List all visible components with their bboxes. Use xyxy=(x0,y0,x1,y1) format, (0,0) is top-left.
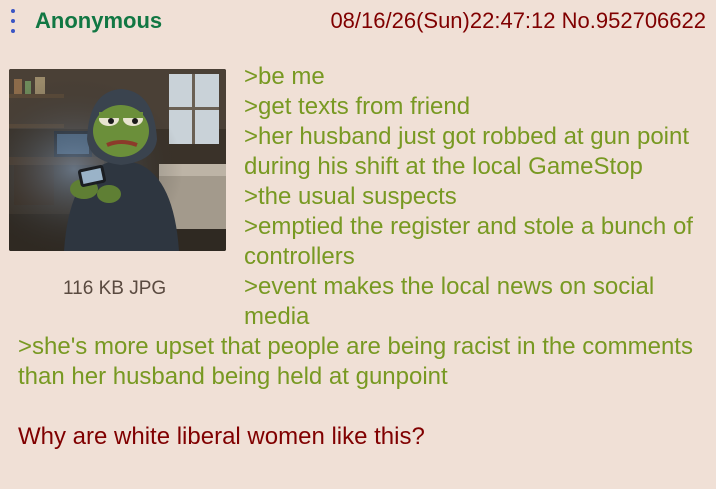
closing-line: Why are white liberal women like this? xyxy=(18,423,425,450)
greentext-line: >she's more upset that people are being … xyxy=(18,333,693,390)
poster-name[interactable]: Anonymous xyxy=(35,8,162,34)
post-datetime: 08/16/26(Sun)22:47:12 xyxy=(330,8,556,33)
post-number[interactable]: No.952706622 xyxy=(562,8,706,33)
post-menu-icon[interactable] xyxy=(9,9,17,35)
post-meta: 08/16/26(Sun)22:47:12 No.952706622 xyxy=(330,8,706,34)
thumbnail-spacer xyxy=(18,62,244,330)
post-header: Anonymous 08/16/26(Sun)22:47:12 No.95270… xyxy=(0,0,716,44)
post-body: >be me >get texts from friend >her husba… xyxy=(18,62,708,452)
